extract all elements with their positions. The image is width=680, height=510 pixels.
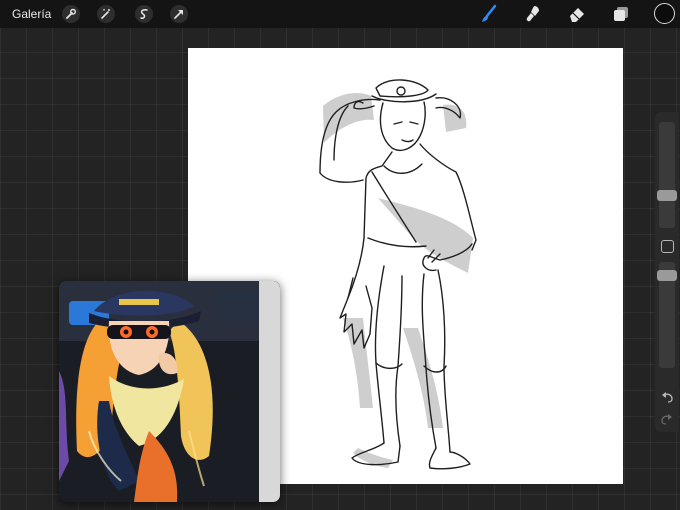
opacity-knob[interactable] (657, 270, 677, 281)
top-toolbar: Galería (0, 0, 680, 28)
magic-wand-icon[interactable] (96, 4, 116, 24)
redo-icon[interactable] (660, 412, 674, 426)
modify-button[interactable] (661, 240, 674, 253)
brush-sidebar (655, 112, 679, 432)
smudge-icon[interactable] (523, 4, 543, 24)
color-circle-icon[interactable] (654, 3, 675, 24)
layers-icon[interactable] (611, 4, 631, 24)
brush-size-knob[interactable] (657, 190, 677, 201)
selection-icon[interactable] (134, 4, 154, 24)
reference-image-card[interactable] (59, 281, 280, 502)
opacity-slider[interactable] (657, 262, 677, 368)
undo-icon[interactable] (660, 390, 674, 404)
gallery-button[interactable]: Galería (12, 7, 51, 21)
reference-character-image (59, 281, 280, 502)
brush-size-slider[interactable] (657, 122, 677, 228)
brush-icon[interactable] (479, 4, 499, 24)
transform-arrow-icon[interactable] (169, 4, 189, 24)
wrench-icon[interactable] (61, 4, 81, 24)
eraser-icon[interactable] (567, 4, 587, 24)
